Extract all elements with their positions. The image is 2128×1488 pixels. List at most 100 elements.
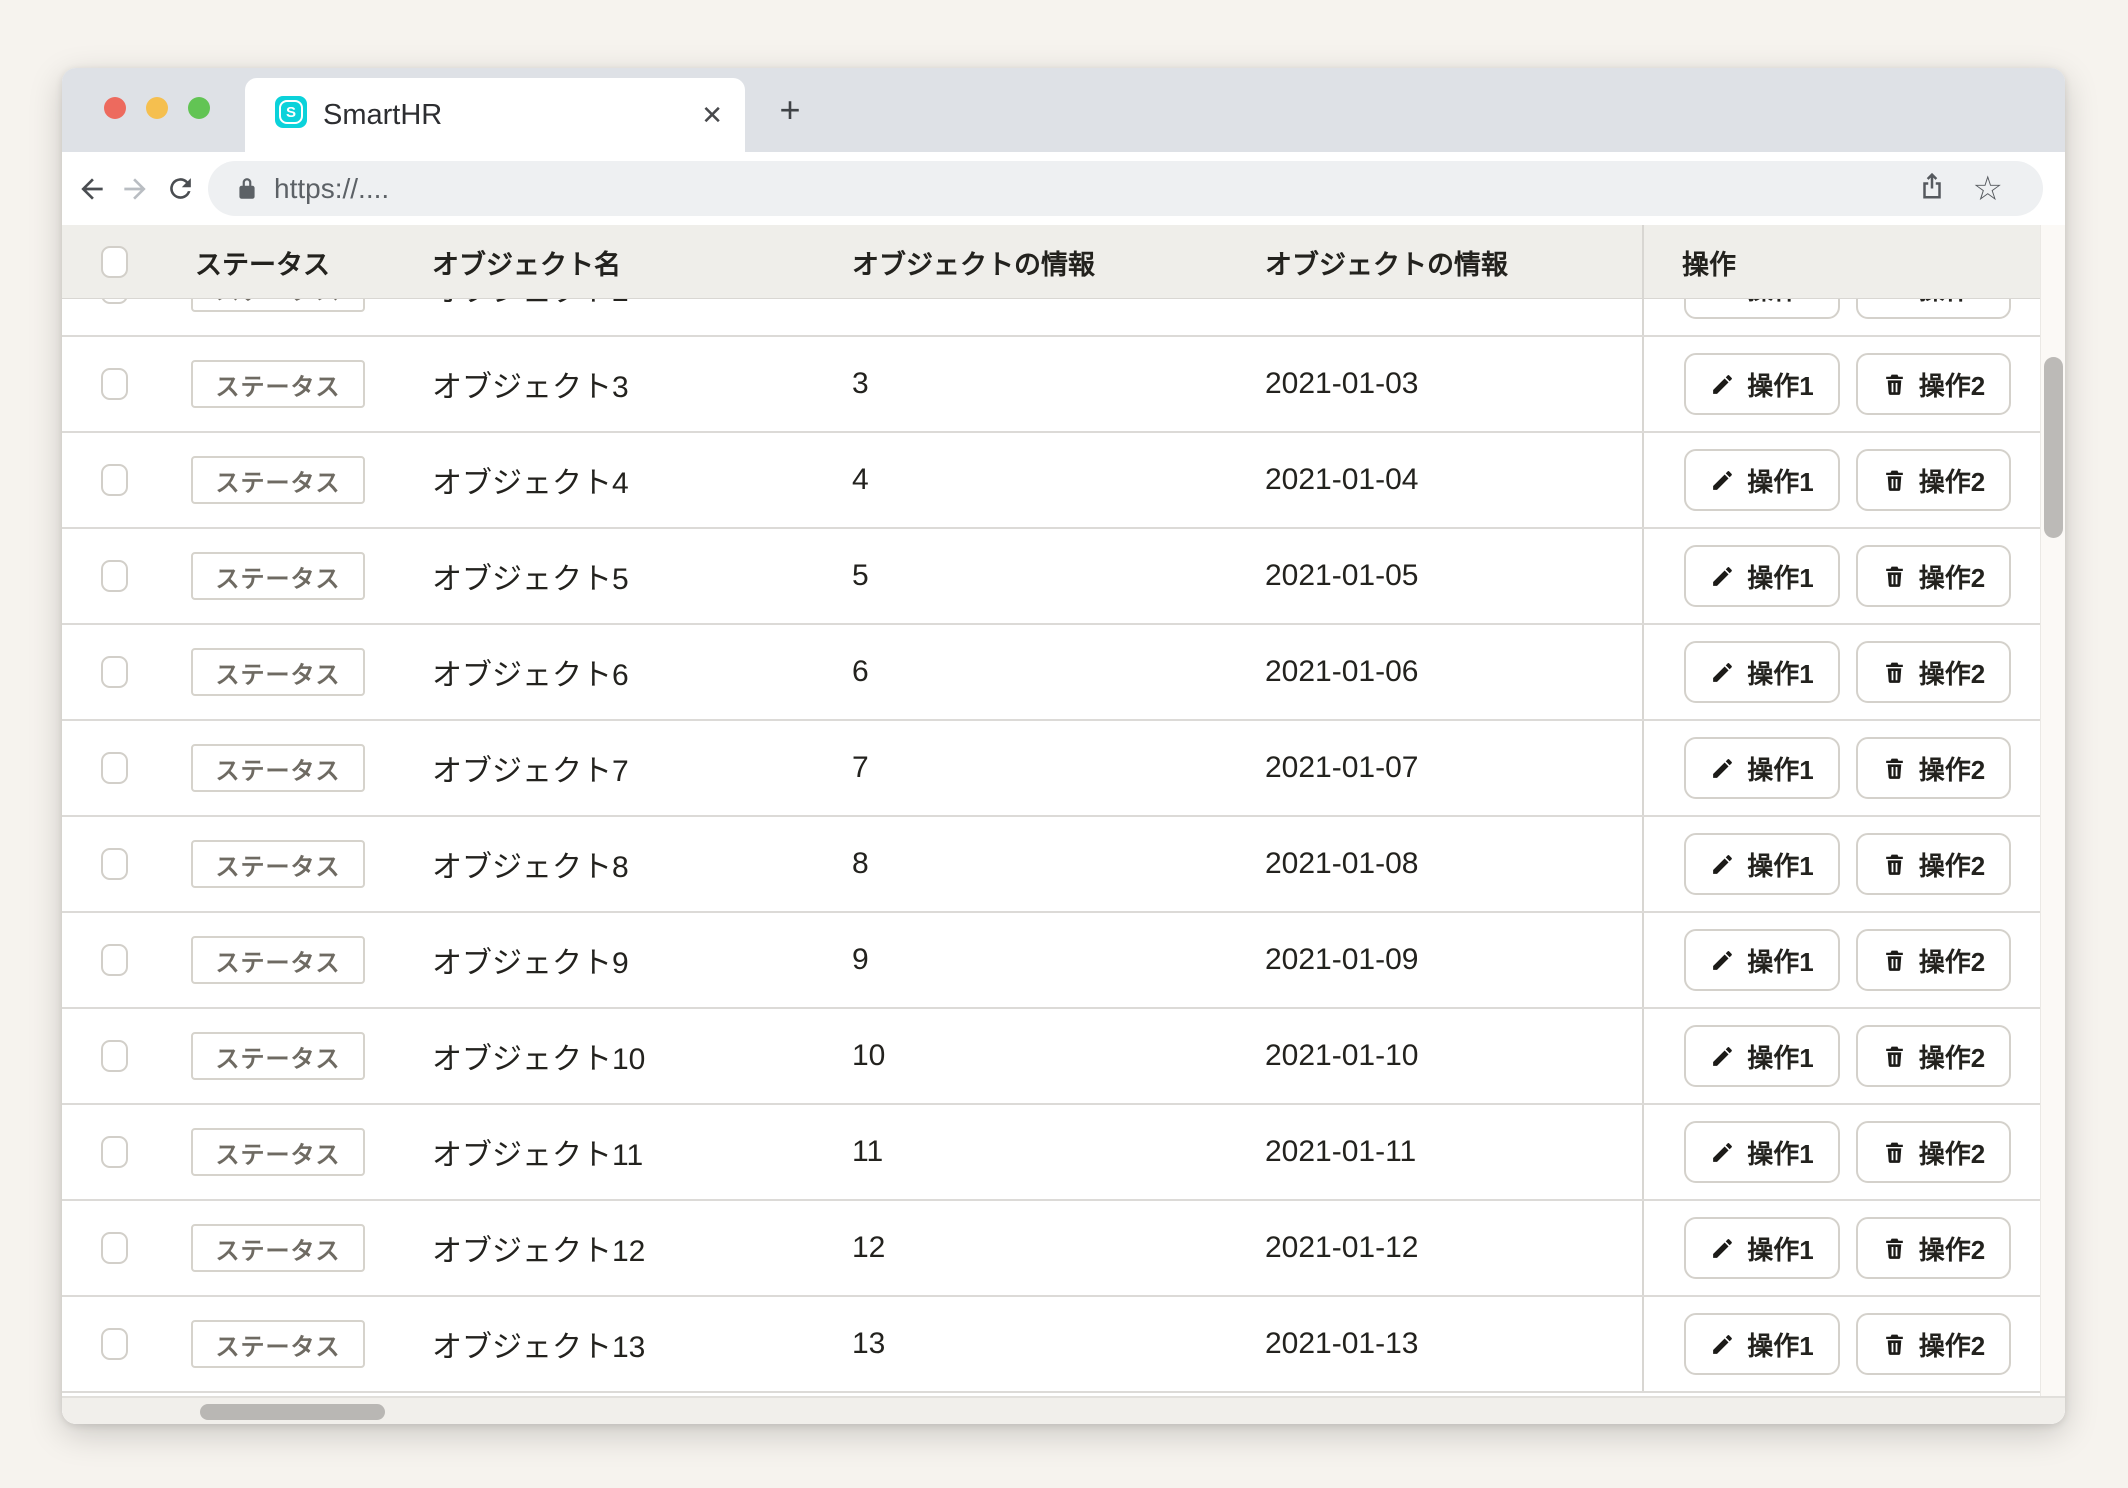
action2-button[interactable]: 操作2 [1856, 641, 2011, 703]
table-row: ステータス オブジェクト3 3 2021-01-03 操作1 操作2 [62, 337, 2040, 433]
row-checkbox[interactable] [101, 848, 128, 880]
maximize-window-button[interactable] [188, 97, 210, 119]
action1-button[interactable]: 操作1 [1684, 1121, 1840, 1183]
row-checkbox[interactable] [101, 1232, 128, 1264]
header-object-name: オブジェクト名 [432, 225, 621, 299]
status-badge: ステータス [191, 1320, 365, 1368]
action1-button[interactable]: 操作1 [1684, 1217, 1840, 1279]
action1-button[interactable]: 操作1 [1684, 641, 1840, 703]
action1-button[interactable]: 操作1 [1684, 737, 1840, 799]
cell-object-info-2: 2021-01-08 [1265, 817, 1418, 911]
action1-button[interactable]: 操作1 [1684, 833, 1840, 895]
status-badge: ステータス [191, 1128, 365, 1176]
actions-cell: 操作1 操作2 [1642, 337, 2040, 431]
row-checkbox[interactable] [101, 1136, 128, 1168]
action2-button[interactable]: 操作2 [1856, 737, 2011, 799]
cell-object-info-1: 5 [852, 529, 869, 623]
browser-tab[interactable]: S SmartHR ✕ [245, 78, 745, 152]
table-row: ステータス オブジェクト4 4 2021-01-04 操作1 操作2 [62, 433, 2040, 529]
cell-object-name: オブジェクト6 [432, 625, 629, 719]
status-badge: ステータス [191, 552, 365, 600]
cell-object-name: オブジェクト4 [432, 433, 629, 527]
header-status: ステータス [195, 225, 330, 299]
row-checkbox[interactable] [101, 1328, 128, 1360]
vertical-scrollbar[interactable] [2040, 225, 2065, 1396]
minimize-window-button[interactable] [146, 97, 168, 119]
trash-icon [1882, 1332, 1907, 1357]
actions-cell: 操作1 操作2 [1642, 1297, 2040, 1391]
row-checkbox[interactable] [101, 368, 128, 400]
reload-button[interactable] [158, 152, 202, 225]
action1-button[interactable]: 操作1 [1684, 449, 1840, 511]
cell-object-info-2: 2021-01-07 [1265, 721, 1418, 815]
table-row: ステータス オブジェクト12 12 2021-01-12 操作1 操作2 [62, 1201, 2040, 1297]
cell-object-info-2: 2021-01-12 [1265, 1201, 1418, 1295]
reload-icon [165, 173, 196, 204]
action1-button[interactable]: 操作1 [1684, 353, 1840, 415]
new-tab-button[interactable]: + [762, 68, 818, 152]
back-button[interactable] [70, 152, 114, 225]
status-badge: ステータス [191, 1032, 365, 1080]
action2-button[interactable]: 操作2 [1856, 1121, 2011, 1183]
row-checkbox[interactable] [101, 1040, 128, 1072]
action2-button[interactable]: 操作2 [1856, 353, 2011, 415]
cell-object-info-1: 3 [852, 337, 869, 431]
action1-button[interactable]: 操作1 [1684, 1025, 1840, 1087]
close-tab-icon[interactable]: ✕ [701, 78, 723, 152]
horizontal-scrollbar[interactable] [62, 1396, 2065, 1424]
action2-button[interactable]: 操作2 [1856, 929, 2011, 991]
action1-button[interactable]: 操作1 [1684, 1313, 1840, 1375]
pencil-icon [1710, 1236, 1735, 1261]
cell-object-name: オブジェクト9 [432, 913, 629, 1007]
table-body: ステータス オブジェクト2 2 2021-01-02 操作1 操作2 ステータス… [62, 241, 2040, 1393]
cell-object-info-1: 11 [852, 1105, 883, 1199]
status-badge: ステータス [191, 744, 365, 792]
close-window-button[interactable] [104, 97, 126, 119]
action2-button[interactable]: 操作2 [1856, 449, 2011, 511]
browser-toolbar: https://.... ☆ [62, 152, 2065, 225]
pencil-icon [1710, 468, 1735, 493]
pencil-icon [1710, 1044, 1735, 1069]
cell-object-info-1: 7 [852, 721, 869, 815]
trash-icon [1882, 660, 1907, 685]
row-checkbox[interactable] [101, 656, 128, 688]
cell-object-name: オブジェクト12 [432, 1201, 645, 1295]
url-text: https://.... [274, 173, 389, 205]
action2-button[interactable]: 操作2 [1856, 545, 2011, 607]
share-icon[interactable] [1917, 171, 1947, 206]
select-all-checkbox[interactable] [101, 246, 128, 278]
row-checkbox[interactable] [101, 464, 128, 496]
bookmark-star-icon[interactable]: ☆ [1973, 172, 2003, 206]
pencil-icon [1710, 372, 1735, 397]
address-bar[interactable]: https://.... ☆ [208, 161, 2043, 216]
trash-icon [1882, 1140, 1907, 1165]
actions-cell: 操作1 操作2 [1642, 721, 2040, 815]
action2-button[interactable]: 操作2 [1856, 1217, 2011, 1279]
trash-icon [1882, 1236, 1907, 1261]
horizontal-scrollbar-thumb[interactable] [200, 1404, 385, 1420]
forward-button[interactable] [113, 152, 157, 225]
vertical-scrollbar-thumb[interactable] [2044, 357, 2063, 538]
smarthr-favicon: S [275, 96, 307, 128]
status-badge: ステータス [191, 936, 365, 984]
table-row: ステータス オブジェクト8 8 2021-01-08 操作1 操作2 [62, 817, 2040, 913]
action1-button[interactable]: 操作1 [1684, 545, 1840, 607]
cell-object-info-1: 13 [852, 1297, 885, 1391]
trash-icon [1882, 468, 1907, 493]
trash-icon [1882, 852, 1907, 877]
status-badge: ステータス [191, 840, 365, 888]
action2-button[interactable]: 操作2 [1856, 1025, 2011, 1087]
row-checkbox[interactable] [101, 944, 128, 976]
cell-object-info-2: 2021-01-05 [1265, 529, 1418, 623]
actions-cell: 操作1 操作2 [1642, 433, 2040, 527]
trash-icon [1882, 756, 1907, 781]
row-checkbox[interactable] [101, 560, 128, 592]
action2-button[interactable]: 操作2 [1856, 1313, 2011, 1375]
row-checkbox[interactable] [101, 752, 128, 784]
table-row: ステータス オブジェクト9 9 2021-01-09 操作1 操作2 [62, 913, 2040, 1009]
pencil-icon [1710, 1332, 1735, 1357]
action1-button[interactable]: 操作1 [1684, 929, 1840, 991]
forward-arrow-icon [119, 173, 151, 205]
cell-object-name: オブジェクト10 [432, 1009, 645, 1103]
action2-button[interactable]: 操作2 [1856, 833, 2011, 895]
